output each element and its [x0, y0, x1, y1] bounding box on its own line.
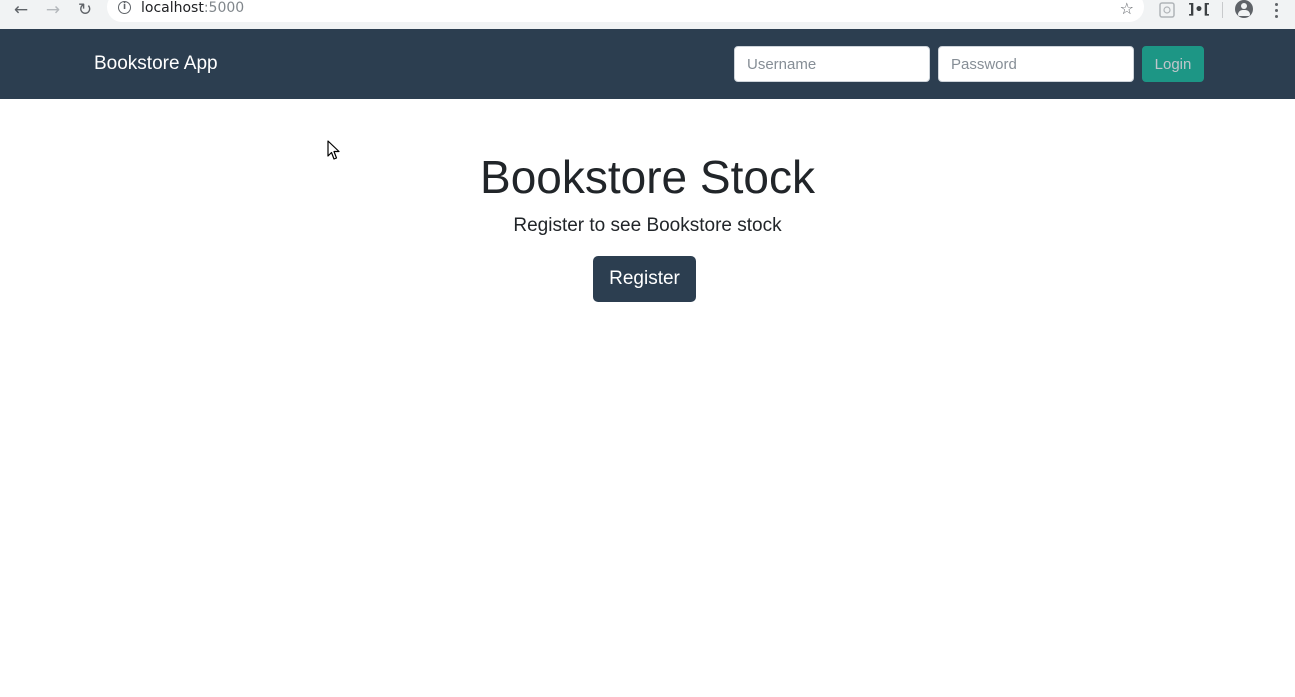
password-input[interactable]	[938, 46, 1134, 82]
mouse-cursor-icon	[327, 140, 340, 160]
more-menu-icon[interactable]	[1270, 0, 1282, 20]
info-icon[interactable]: i	[118, 1, 131, 14]
app-navbar: Bookstore App Login	[0, 29, 1295, 99]
back-arrow-icon[interactable]: ←	[9, 0, 33, 20]
url-port: :5000	[203, 0, 245, 16]
url-text: localhost:5000	[141, 0, 244, 16]
login-button[interactable]: Login	[1142, 46, 1204, 82]
browser-toolbar: ← → ↻ i localhost:5000 ☆ ]•[	[0, 0, 1295, 29]
reload-icon[interactable]: ↻	[73, 0, 97, 20]
address-bar[interactable]: i localhost:5000 ☆	[107, 0, 1144, 22]
extension-icon[interactable]: ]•[	[1188, 0, 1210, 20]
register-button[interactable]: Register	[593, 256, 696, 302]
profile-icon[interactable]	[1235, 0, 1253, 18]
forward-arrow-icon[interactable]: →	[41, 0, 65, 20]
extension-icon[interactable]	[1158, 0, 1176, 20]
page-subtitle: Register to see Bookstore stock	[513, 215, 782, 236]
toolbar-divider	[1222, 2, 1223, 18]
page-title: Bookstore Stock	[480, 151, 815, 203]
username-input[interactable]	[734, 46, 930, 82]
star-icon[interactable]: ☆	[1120, 0, 1134, 18]
brand-link[interactable]: Bookstore App	[94, 53, 218, 75]
url-host: localhost	[141, 0, 204, 16]
